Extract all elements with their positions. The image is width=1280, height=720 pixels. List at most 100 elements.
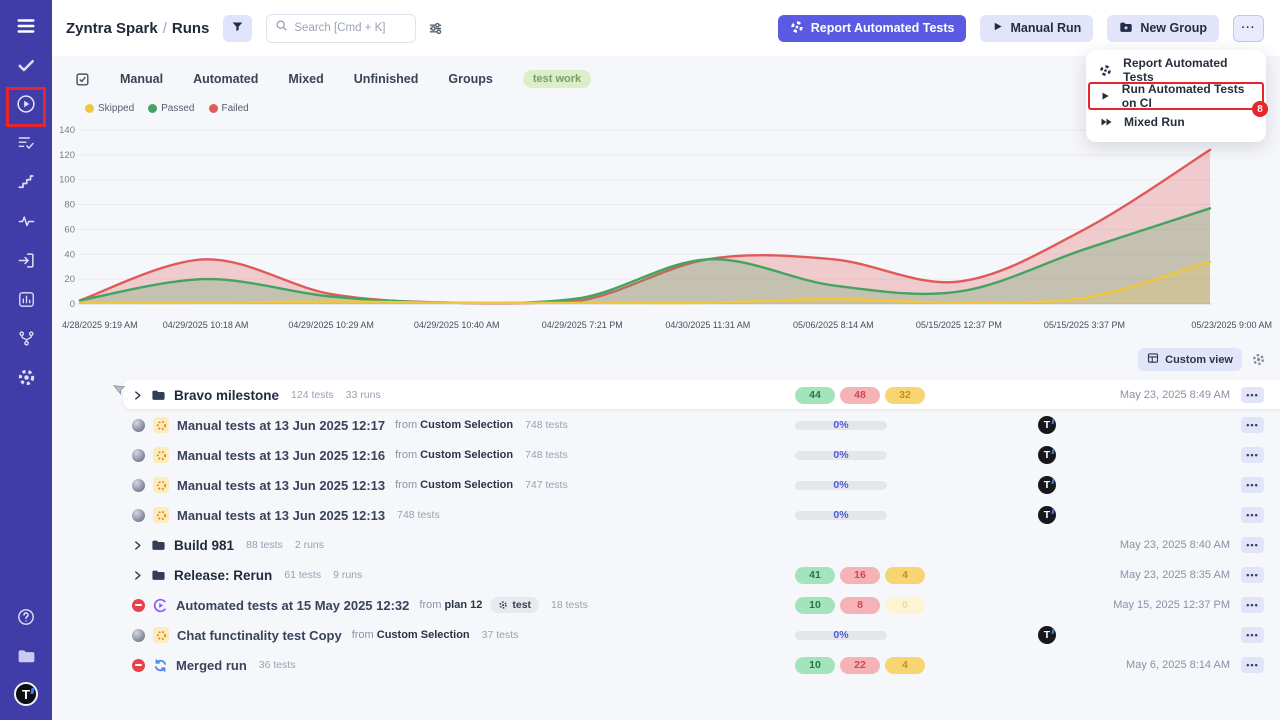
steps-icon[interactable] <box>13 169 39 195</box>
run-date: May 23, 2025 8:35 AM <box>1120 569 1230 581</box>
double-play-icon <box>1099 117 1113 127</box>
expand-chevron-icon[interactable] <box>132 390 143 401</box>
table-row[interactable]: Release: Rerun61 tests9 runs41164May 23,… <box>130 560 1266 590</box>
table-row[interactable]: Manual tests at 13 Jun 2025 12:13748 tes… <box>130 500 1266 530</box>
run-title: Manual tests at 13 Jun 2025 12:16 <box>177 448 385 463</box>
row-content: Manual tests at 13 Jun 2025 12:17from Cu… <box>132 417 568 433</box>
skipped-badge: 0 <box>885 597 925 614</box>
progress-bar: 0% <box>795 421 887 430</box>
tests-count: 61 tests <box>284 569 321 581</box>
group-title: Build 981 <box>174 538 234 553</box>
check-icon[interactable] <box>13 52 39 78</box>
table-row[interactable]: Manual tests at 13 Jun 2025 12:16from Cu… <box>130 440 1266 470</box>
menu-item-mixed-run[interactable]: Mixed Run <box>1086 109 1266 135</box>
tests-count: 124 tests <box>291 389 334 401</box>
tab-groups[interactable]: Groups <box>448 72 492 86</box>
search-input[interactable] <box>294 22 407 34</box>
gear-icon[interactable] <box>13 364 39 390</box>
run-date: May 23, 2025 8:40 AM <box>1120 539 1230 551</box>
row-content: Manual tests at 13 Jun 2025 12:13748 tes… <box>132 507 440 523</box>
table-row[interactable]: Manual tests at 13 Jun 2025 12:13from Cu… <box>130 470 1266 500</box>
tag-test-work[interactable]: test work <box>523 70 591 88</box>
import-icon[interactable] <box>13 247 39 273</box>
run-title: Chat functinality test Copy <box>177 628 342 643</box>
row-more-button[interactable]: ••• <box>1241 507 1264 523</box>
search-box[interactable] <box>266 14 416 43</box>
list-settings-gear-icon[interactable] <box>1251 352 1266 367</box>
tests-count: 747 tests <box>525 479 568 491</box>
table-row[interactable]: Bravo milestone124 tests33 runs444832May… <box>130 380 1266 410</box>
gear-icon <box>498 600 508 610</box>
run-title: Merged run <box>176 658 247 673</box>
progress-value: 0% <box>833 420 848 431</box>
report-chart-icon[interactable] <box>13 286 39 312</box>
tab-unfinished[interactable]: Unfinished <box>354 72 419 86</box>
svg-text:140: 140 <box>60 125 75 136</box>
x-axis-label: 05/23/2025 9:00 AM <box>1191 320 1272 330</box>
folder-icon[interactable] <box>13 643 39 669</box>
app-logo[interactable]: T <box>14 682 38 706</box>
run-source: from plan 12 <box>419 599 482 611</box>
failed-status-icon <box>132 659 145 672</box>
list-check-icon[interactable] <box>13 130 39 156</box>
skipped-badge: 4 <box>885 657 925 674</box>
row-more-button[interactable]: ••• <box>1241 477 1264 493</box>
legend-failed: Failed <box>209 103 249 114</box>
activity-icon[interactable] <box>13 208 39 234</box>
row-content: Manual tests at 13 Jun 2025 12:13from Cu… <box>132 477 568 493</box>
row-more-button[interactable]: ••• <box>1241 537 1264 553</box>
manual-run-button[interactable]: Manual Run <box>980 15 1093 42</box>
select-runs-icon[interactable] <box>74 71 90 87</box>
breadcrumb-project[interactable]: Zyntra Spark <box>66 20 158 37</box>
custom-view-button[interactable]: Custom view <box>1138 348 1242 371</box>
table-row[interactable]: Manual tests at 13 Jun 2025 12:17from Cu… <box>130 410 1266 440</box>
run-tag[interactable]: test <box>490 597 539 613</box>
branch-icon[interactable] <box>13 325 39 351</box>
report-automated-tests-button[interactable]: Report Automated Tests <box>778 15 967 42</box>
table-row[interactable]: Chat functinality test Copyfrom Custom S… <box>130 620 1266 650</box>
runs-icon[interactable] <box>13 91 39 117</box>
new-group-button[interactable]: New Group <box>1107 15 1219 42</box>
tab-automated[interactable]: Automated <box>193 72 258 86</box>
tab-manual[interactable]: Manual <box>120 72 163 86</box>
in-progress-icon <box>153 507 169 523</box>
x-axis-label: 05/15/2025 12:37 PM <box>916 320 1002 330</box>
menu-item-run-automated-tests-on-ci[interactable]: Run Automated Tests on CI 8 <box>1086 83 1266 109</box>
tab-mixed[interactable]: Mixed <box>288 72 323 86</box>
passed-badge: 10 <box>795 597 835 614</box>
funnel-icon <box>231 20 244 36</box>
row-content: Automated tests at 15 May 2025 12:32from… <box>132 597 588 613</box>
tests-count: 37 tests <box>482 629 519 641</box>
row-more-button[interactable]: ••• <box>1241 417 1264 433</box>
row-more-button[interactable]: ••• <box>1241 447 1264 463</box>
filter-button[interactable] <box>223 15 252 42</box>
row-more-button[interactable]: ••• <box>1241 657 1264 673</box>
report-icon <box>1099 64 1112 77</box>
expand-chevron-icon[interactable] <box>132 570 143 581</box>
help-icon[interactable] <box>13 604 39 630</box>
avatar: T <box>1038 446 1056 464</box>
custom-view-row: Custom view <box>52 348 1266 371</box>
tests-count: 748 tests <box>397 509 440 521</box>
tune-icon[interactable] <box>428 21 443 36</box>
x-axis-label: 05/06/2025 8:14 AM <box>793 320 874 330</box>
table-row[interactable]: Build 98188 tests2 runsMay 23, 2025 8:40… <box>130 530 1266 560</box>
row-more-button[interactable]: ••• <box>1241 387 1264 403</box>
expand-chevron-icon[interactable] <box>132 540 143 551</box>
row-more-button[interactable]: ••• <box>1241 597 1264 613</box>
menu-item-report-automated-tests[interactable]: Report Automated Tests <box>1086 57 1266 83</box>
table-row[interactable]: Merged run36 tests10224May 6, 2025 8:14 … <box>130 650 1266 680</box>
more-actions-button[interactable]: ··· <box>1233 15 1264 42</box>
skipped-dot-icon <box>85 104 94 113</box>
svg-text:0: 0 <box>70 299 75 310</box>
menu-icon[interactable] <box>13 13 39 39</box>
failed-dot-icon <box>209 104 218 113</box>
svg-text:40: 40 <box>64 249 75 260</box>
table-row[interactable]: Automated tests at 15 May 2025 12:32from… <box>130 590 1266 620</box>
row-more-button[interactable]: ••• <box>1241 627 1264 643</box>
runs-list: Bravo milestone124 tests33 runs444832May… <box>130 380 1266 680</box>
row-more-button[interactable]: ••• <box>1241 567 1264 583</box>
run-date: May 6, 2025 8:14 AM <box>1126 659 1230 671</box>
x-axis-label: 04/30/2025 11:31 AM <box>665 320 750 330</box>
search-icon <box>275 19 288 37</box>
